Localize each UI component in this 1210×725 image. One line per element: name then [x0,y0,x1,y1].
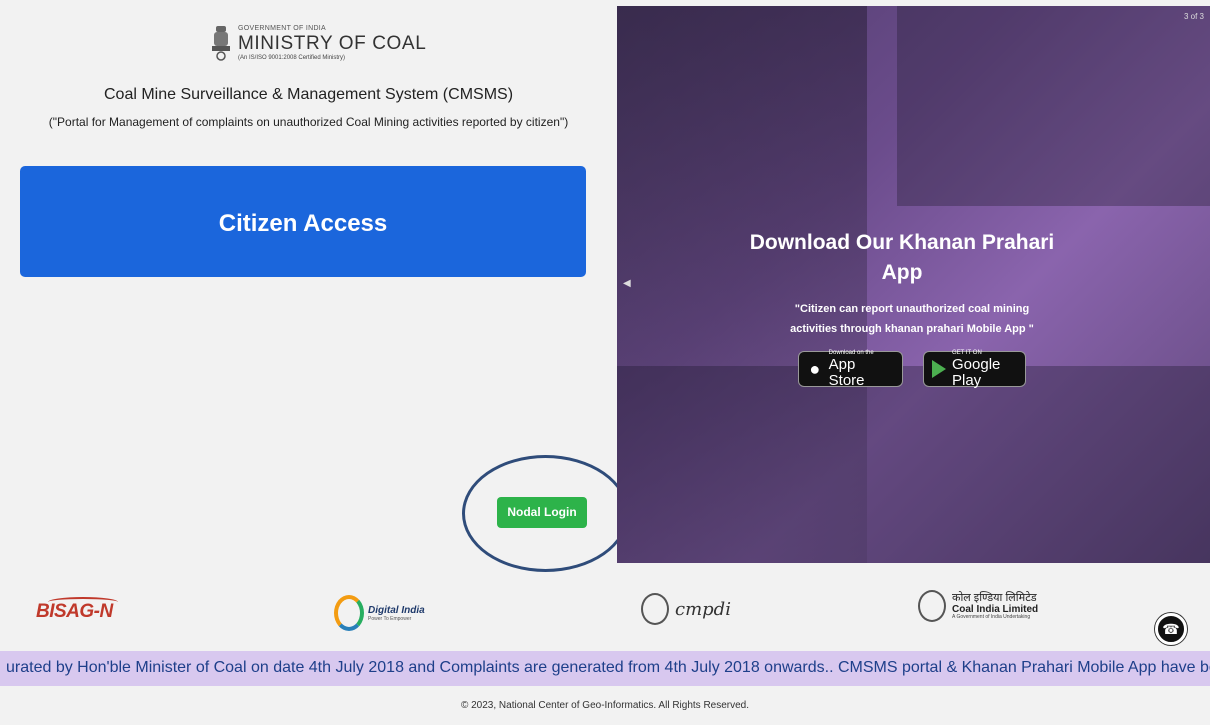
app-store-button[interactable]: ● Download on the App Store [798,350,903,389]
national-emblem-icon [212,26,230,61]
phone-icon[interactable]: ☎ [1155,613,1187,645]
google-play-label: Google Play [952,355,1001,389]
system-subtitle: ("Portal for Management of complaints on… [48,115,569,129]
google-play-icon [932,360,946,378]
page: GOVERNMENT OF INDIA MINISTRY OF COAL (An… [0,0,1210,725]
coal-india-seal-icon [918,590,946,622]
digital-india-label: Digital India [368,604,425,616]
marquee-text: urated by Hon'ble Minister of Coal on da… [6,659,1210,676]
gov-label: GOVERNMENT OF INDIA [238,25,327,32]
app-store-label: App Store [828,355,865,389]
app-promo-title-line2: App [881,261,923,284]
system-title: Coal Mine Surveillance & Management Syst… [103,86,514,103]
google-play-button[interactable]: GET IT ON Google Play [923,350,1026,389]
slide-counter: 3 of 3 [1183,12,1204,21]
app-promo-description: "Citizen can report unauthorized coal mi… [767,299,1057,339]
cmpdi-label: cmpdi [675,598,731,620]
news-marquee: urated by Hon'ble Minister of Coal on da… [0,651,1210,686]
ministry-name: MINISTRY OF COAL [238,33,427,54]
coal-india-logo[interactable]: कोल इण्डिया लिमिटेड Coal India Limited A… [918,590,1038,622]
cmpdi-logo[interactable]: cmpdi [641,593,731,625]
left-panel: GOVERNMENT OF INDIA MINISTRY OF COAL (An… [0,0,629,572]
digital-india-icon [334,595,364,631]
digital-india-logo[interactable]: Digital India Power To Empower [334,595,425,631]
digital-india-tagline: Power To Empower [368,615,412,622]
coal-india-tagline: A Government of India Undertaking [952,613,1031,620]
background-shade [897,6,1210,206]
nodal-login-button[interactable]: Nodal Login [497,497,587,528]
app-promo-desc-line1: "Citizen can report unauthorized coal mi… [794,303,1030,315]
partner-logos: BISAG-N Digital India Power To Empower c… [0,585,1210,647]
app-promo-slider: 3 of 3 ◀ Download Our Khanan Prahari App… [617,6,1210,563]
cmpdi-seal-icon [641,593,669,625]
bisag-logo[interactable]: BISAG-N [36,601,113,623]
prev-slide-icon[interactable]: ◀ [623,278,631,289]
apple-icon: ● [809,358,821,379]
coal-india-hindi-label: कोल इण्डिया लिमिटेड [952,591,1037,604]
app-promo-title-line1: Download Our Khanan Prahari [749,231,1055,254]
app-promo-title: Download Our Khanan Prahari App [747,228,1057,288]
citizen-access-button[interactable]: Citizen Access [20,166,586,277]
app-promo-desc-line2: activities through khanan prahari Mobile… [790,323,1034,335]
background-shade-bottom [617,366,1210,563]
ministry-logo: GOVERNMENT OF INDIA MINISTRY OF COAL (An… [210,24,426,62]
footer-copyright: © 2023, National Center of Geo-Informati… [460,700,750,711]
certification-label: (An IS/ISO 9001:2008 Certified Ministry) [238,55,346,61]
